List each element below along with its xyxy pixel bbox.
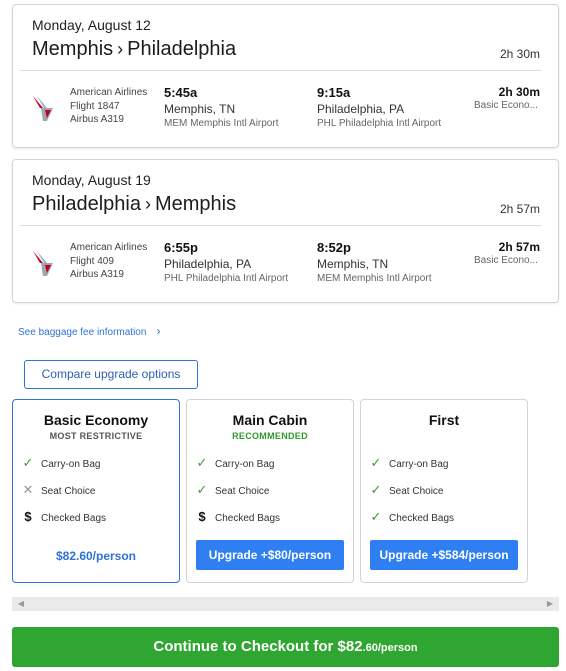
route-title: Memphis › Philadelphia <box>32 38 236 61</box>
arrive-airport: MEM Memphis Intl Airport <box>317 273 432 284</box>
fare-name: Basic Economy <box>43 412 149 428</box>
outbound-flight-card: Monday, August 12 Memphis › Philadelphia 2… <box>12 4 559 148</box>
dollar-icon: $ <box>198 509 206 524</box>
fare-price: $82.60/person <box>55 549 137 563</box>
upgrade-main-cabin-button[interactable]: Upgrade +$80/person <box>196 540 344 570</box>
airline-info: American Airlines Flight 1847 Airbus A31… <box>70 86 147 127</box>
american-airlines-logo-icon <box>33 251 53 276</box>
check-icon: ✓ <box>22 455 34 470</box>
return-flight-card: Monday, August 19 Philadelphia › Memphis 2… <box>12 159 559 303</box>
checkout-price-small: .60/person <box>362 642 418 654</box>
scroll-left-icon[interactable]: ◀ <box>14 597 28 611</box>
baggage-fee-link[interactable]: See baggage fee information › <box>18 324 160 338</box>
scroll-right-icon[interactable]: ▶ <box>543 597 557 611</box>
flight-number: Flight 409 <box>70 255 114 267</box>
feature-label: Seat Choice <box>215 486 270 497</box>
checkout-label: Continue to Checkout for <box>153 638 338 655</box>
depart-airport: MEM Memphis Intl Airport <box>164 118 279 129</box>
continue-to-checkout-button[interactable]: Continue to Checkout for $82.60/person <box>12 627 559 667</box>
feature-seat-choice: ✓ Seat Choice <box>369 482 444 498</box>
divider <box>20 70 541 71</box>
check-icon: ✓ <box>196 482 208 497</box>
dollar-icon: $ <box>24 509 32 524</box>
flight-duration: 2h 57m <box>498 240 540 254</box>
arrive-city: Philadelphia, PA <box>317 102 405 116</box>
depart-city: Philadelphia, PA <box>164 257 252 271</box>
checkout-price-main: $82 <box>337 638 363 655</box>
arrive-airport: PHL Philadelphia Intl Airport <box>317 118 442 129</box>
feature-label: Checked Bags <box>215 513 281 524</box>
arrive-time: 8:52p <box>317 240 351 255</box>
depart-city: Memphis, TN <box>164 102 236 116</box>
feature-checked-bags: $ Checked Bags <box>21 509 106 524</box>
fare-card-first[interactable]: First ✓ Carry-on Bag ✓ Seat Choice ✓ Checke… <box>360 399 528 583</box>
feature-label: Carry-on Bag <box>41 459 101 470</box>
flight-date: Monday, August 19 <box>32 172 151 188</box>
check-icon: ✓ <box>370 482 382 497</box>
aircraft-type: Airbus A319 <box>70 269 124 280</box>
route-origin: Memphis <box>32 38 114 60</box>
route-origin: Philadelphia <box>32 193 141 215</box>
check-icon: ✓ <box>370 509 382 524</box>
fare-card-basic-economy[interactable]: Basic Economy MOST RESTRICTIVE ✓ Carry-on… <box>12 399 180 583</box>
route-separator: › <box>144 194 151 214</box>
arrive-city: Memphis, TN <box>317 257 389 271</box>
arrive-time: 9:15a <box>317 85 351 100</box>
american-airlines-logo-icon <box>33 96 53 121</box>
fare-class-label: Basic Econo... <box>474 100 538 111</box>
airline-name: American Airlines <box>70 87 148 98</box>
route-destination: Memphis <box>154 193 237 215</box>
check-icon: ✓ <box>196 455 208 470</box>
depart-time: 5:45a <box>164 85 198 100</box>
flight-duration: 2h 30m <box>498 85 540 99</box>
compare-upgrade-button[interactable]: Compare upgrade options <box>24 360 198 389</box>
x-icon: ✕ <box>22 482 34 497</box>
fare-name: First <box>428 412 460 428</box>
route-title: Philadelphia › Memphis <box>32 193 236 216</box>
feature-seat-choice: ✕ Seat Choice <box>21 482 96 498</box>
trip-duration: 2h 30m <box>499 47 540 61</box>
feature-label: Seat Choice <box>389 486 444 497</box>
fare-tag: MOST RESTRICTIVE <box>49 431 143 441</box>
divider <box>20 225 541 226</box>
flight-number: Flight 1847 <box>70 100 120 112</box>
chevron-right-icon: › <box>156 324 161 338</box>
horizontal-scrollbar[interactable]: ◀ ▶ <box>12 597 559 611</box>
route-destination: Philadelphia <box>127 38 237 60</box>
fare-card-main-cabin[interactable]: Main Cabin RECOMMENDED ✓ Carry-on Bag ✓ Se… <box>186 399 354 583</box>
feature-checked-bags: $ Checked Bags <box>195 509 280 524</box>
feature-carry-on: ✓ Carry-on Bag <box>21 455 101 471</box>
aircraft-type: Airbus A319 <box>70 114 124 125</box>
airline-name: American Airlines <box>70 242 148 253</box>
feature-seat-choice: ✓ Seat Choice <box>195 482 270 498</box>
feature-label: Checked Bags <box>389 513 455 524</box>
fare-class-label: Basic Econo... <box>474 255 538 266</box>
feature-label: Seat Choice <box>41 486 96 497</box>
fare-name: Main Cabin <box>232 412 308 428</box>
feature-checked-bags: ✓ Checked Bags <box>369 509 455 525</box>
feature-label: Carry-on Bag <box>215 459 275 470</box>
depart-time: 6:55p <box>164 240 198 255</box>
feature-label: Checked Bags <box>41 513 107 524</box>
fare-tag: RECOMMENDED <box>232 431 308 441</box>
feature-label: Carry-on Bag <box>389 459 449 470</box>
check-icon: ✓ <box>370 455 382 470</box>
upgrade-first-button[interactable]: Upgrade +$584/person <box>370 540 518 570</box>
depart-airport: PHL Philadelphia Intl Airport <box>164 273 289 284</box>
trip-duration: 2h 57m <box>499 202 540 216</box>
route-separator: › <box>117 39 124 59</box>
flight-date: Monday, August 12 <box>32 17 151 33</box>
feature-carry-on: ✓ Carry-on Bag <box>369 455 449 471</box>
airline-info: American Airlines Flight 409 Airbus A319 <box>70 241 147 282</box>
baggage-fee-link-label[interactable]: See baggage fee information <box>18 327 146 338</box>
feature-carry-on: ✓ Carry-on Bag <box>195 455 275 471</box>
